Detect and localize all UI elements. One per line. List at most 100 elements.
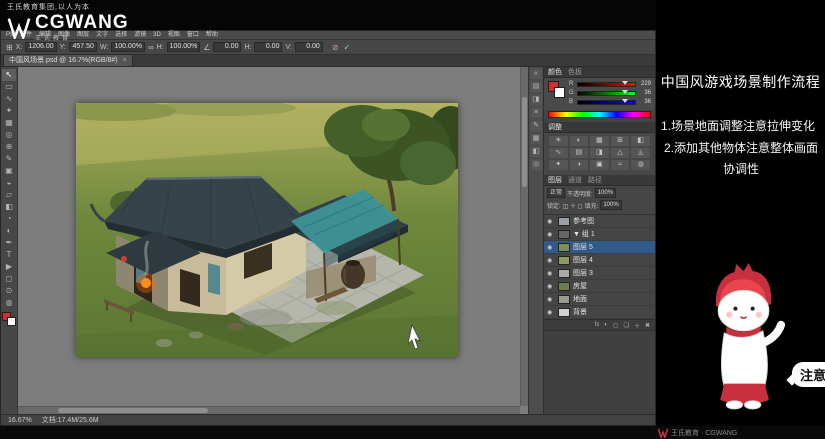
- adjustment-icon[interactable]: ▣: [590, 160, 609, 170]
- eraser-tool[interactable]: ▱: [2, 189, 16, 201]
- layer-thumbnail[interactable]: [558, 295, 570, 304]
- adjustment-icon[interactable]: ☀: [549, 136, 568, 146]
- height-input[interactable]: 100.00%: [167, 42, 201, 52]
- lock-icons[interactable]: ◫ ＋ ◻: [563, 201, 583, 210]
- layer-visibility-icon[interactable]: ◉: [547, 231, 555, 238]
- lasso-tool[interactable]: ∿: [2, 93, 16, 105]
- layer-row[interactable]: ◉ 地面: [544, 293, 655, 306]
- adjustment-icon[interactable]: ◧: [631, 136, 650, 146]
- slider-value[interactable]: 229: [638, 81, 651, 87]
- angle-input[interactable]: 0.00: [213, 42, 241, 52]
- dock-panel-icon[interactable]: ▤: [531, 82, 542, 92]
- adjustment-icon[interactable]: ◬: [631, 148, 650, 158]
- layer-thumbnail[interactable]: [558, 217, 570, 226]
- layer-thumbnail[interactable]: [558, 282, 570, 291]
- layer-visibility-icon[interactable]: ◉: [547, 283, 555, 290]
- background-color-swatch[interactable]: [7, 317, 16, 326]
- layer-visibility-icon[interactable]: ◉: [547, 244, 555, 251]
- tab-paths[interactable]: 路径: [588, 177, 602, 184]
- layer-row[interactable]: ◉ 图层 4: [544, 254, 655, 267]
- layers-footer-icon[interactable]: ▢: [613, 322, 619, 329]
- layers-footer-icon[interactable]: ◐: [604, 322, 608, 328]
- layer-visibility-icon[interactable]: ◉: [547, 257, 555, 264]
- color-spectrum-bar[interactable]: [548, 111, 651, 118]
- layers-footer-icon[interactable]: ✖: [645, 322, 650, 329]
- commit-transform-icon[interactable]: ✓: [344, 43, 351, 52]
- menu-item[interactable]: 3D: [153, 32, 161, 38]
- layers-footer-icon[interactable]: ❏: [624, 322, 629, 329]
- close-tab-icon[interactable]: ×: [123, 57, 127, 64]
- toolbar-color-swatches[interactable]: [2, 312, 16, 326]
- layer-row[interactable]: ◉ ▼ 组 1: [544, 228, 655, 241]
- layer-thumbnail[interactable]: [558, 230, 570, 239]
- adjustment-icon[interactable]: ≈: [611, 160, 630, 170]
- menu-item[interactable]: 窗口: [187, 32, 199, 38]
- gradient-tool[interactable]: ◧: [2, 201, 16, 213]
- eyedropper-tool[interactable]: ◎: [2, 129, 16, 141]
- zoom-level[interactable]: 16.67%: [8, 417, 32, 424]
- slider-value[interactable]: 36: [638, 90, 651, 96]
- blur-tool[interactable]: ◔: [2, 213, 16, 225]
- v-skew-input[interactable]: 0.00: [295, 42, 323, 52]
- magic-wand-tool[interactable]: ✦: [2, 105, 16, 117]
- layers-footer-icon[interactable]: ＋: [634, 321, 640, 330]
- adjustment-icon[interactable]: ▦: [590, 136, 609, 146]
- tab-adjustments[interactable]: 调整: [548, 124, 562, 131]
- slider-track[interactable]: [577, 91, 636, 96]
- slider-value[interactable]: 36: [638, 99, 651, 105]
- adjustment-icon[interactable]: ◑: [570, 160, 589, 170]
- pen-tool[interactable]: ✒: [2, 237, 16, 249]
- dock-panel-icon[interactable]: ✎: [531, 121, 542, 131]
- link-dimensions-icon[interactable]: ∞: [148, 43, 154, 52]
- tab-layers[interactable]: 图层: [548, 177, 562, 184]
- adjustment-icon[interactable]: ✦: [549, 160, 568, 170]
- brush-tool[interactable]: ✎: [2, 153, 16, 165]
- y-input[interactable]: 457.50: [69, 42, 97, 52]
- type-tool[interactable]: T: [2, 249, 16, 261]
- layer-row[interactable]: ◉ 图层 3: [544, 267, 655, 280]
- layer-thumbnail[interactable]: [558, 256, 570, 265]
- layer-thumbnail[interactable]: [558, 308, 570, 317]
- dodge-tool[interactable]: ◐: [2, 225, 16, 237]
- vertical-scrollbar-thumb[interactable]: [522, 97, 527, 187]
- x-input[interactable]: 1206.00: [25, 42, 56, 52]
- dock-panel-icon[interactable]: ▦: [531, 134, 542, 144]
- layer-thumbnail[interactable]: [558, 243, 570, 252]
- fill-dropdown[interactable]: 100%: [600, 200, 621, 210]
- dock-panel-icon[interactable]: ◨: [531, 95, 542, 105]
- move-tool[interactable]: ↖: [2, 69, 16, 81]
- layer-visibility-icon[interactable]: ◉: [547, 218, 555, 225]
- layer-visibility-icon[interactable]: ◉: [547, 270, 555, 277]
- layers-footer-icon[interactable]: fx: [595, 322, 600, 328]
- menu-item[interactable]: 滤镜: [134, 32, 146, 38]
- horizontal-scrollbar[interactable]: [18, 406, 520, 414]
- zoom-tool[interactable]: ◍: [2, 297, 16, 309]
- document-tab[interactable]: 中国风场景.psd @ 16.7%(RGB/8#) ×: [3, 54, 133, 66]
- hand-tool[interactable]: ⊙: [2, 285, 16, 297]
- adjustment-icon[interactable]: ⊞: [611, 136, 630, 146]
- tab-channels[interactable]: 通道: [568, 177, 582, 184]
- layer-row[interactable]: ◉ 参考图: [544, 215, 655, 228]
- slider-track[interactable]: [577, 82, 636, 87]
- adjustment-icon[interactable]: △: [611, 148, 630, 158]
- menu-item[interactable]: 视图: [168, 32, 180, 38]
- healing-brush-tool[interactable]: ⊕: [2, 141, 16, 153]
- blend-mode-dropdown[interactable]: 正常: [547, 188, 565, 198]
- background-color[interactable]: [554, 87, 565, 98]
- cancel-transform-icon[interactable]: ⊘: [332, 43, 339, 52]
- layer-visibility-icon[interactable]: ◉: [547, 296, 555, 303]
- dock-panel-icon[interactable]: ◎: [531, 160, 542, 170]
- width-input[interactable]: 100.00%: [111, 42, 145, 52]
- dock-panel-icon[interactable]: ≡: [531, 108, 542, 118]
- tab-swatches[interactable]: 色板: [568, 69, 582, 76]
- h-skew-input[interactable]: 0.00: [254, 42, 282, 52]
- canvas-area[interactable]: [18, 67, 528, 414]
- shape-tool[interactable]: ◻: [2, 273, 16, 285]
- adjustment-icon[interactable]: ▤: [570, 148, 589, 158]
- horizontal-scrollbar-thumb[interactable]: [58, 408, 208, 413]
- tab-color[interactable]: 颜色: [548, 69, 562, 76]
- clone-stamp-tool[interactable]: ▣: [2, 165, 16, 177]
- scene-artwork[interactable]: [76, 103, 458, 357]
- layer-row[interactable]: ◉ 房屋: [544, 280, 655, 293]
- layer-thumbnail[interactable]: [558, 269, 570, 278]
